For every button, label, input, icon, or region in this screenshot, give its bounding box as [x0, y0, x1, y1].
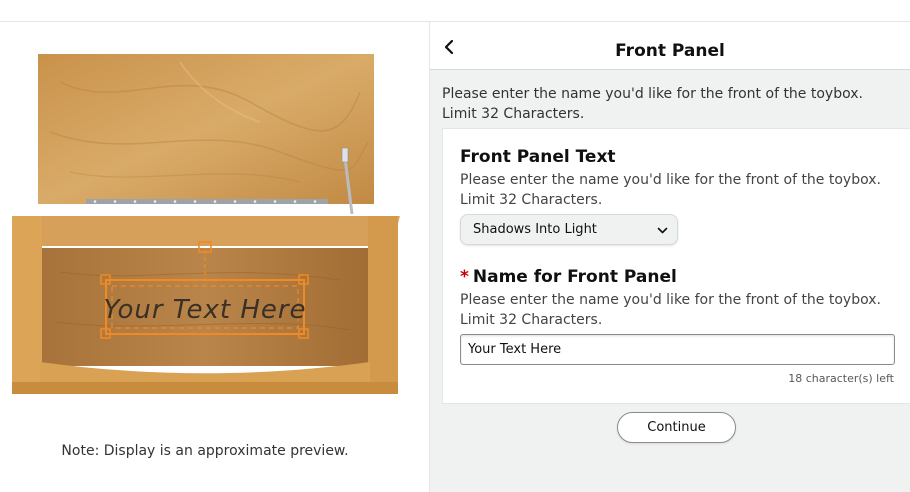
font-select-value: Shadows Into Light	[473, 222, 597, 237]
panel-intro: Please enter the name you'd like for the…	[442, 86, 863, 122]
page-title: Front Panel	[615, 41, 725, 61]
name-input[interactable]	[460, 334, 895, 365]
name-field-description: Please enter the name you'd like for the…	[460, 292, 881, 328]
chevron-down-icon	[657, 227, 668, 234]
continue-button[interactable]: Continue	[617, 412, 736, 443]
customization-panel: Front Panel Please enter the name you'd …	[430, 22, 910, 492]
preview-note: Note: Display is an approximate preview.	[61, 443, 349, 459]
hinge	[86, 199, 328, 204]
lid-panel	[38, 54, 374, 204]
name-field-title: * Name for Front Panel	[460, 267, 677, 287]
char-count: 18 character(s) left	[788, 372, 894, 385]
required-marker: *	[460, 267, 469, 287]
engraving-text: Your Text Here	[103, 295, 306, 325]
font-select[interactable]: Shadows Into Light	[460, 214, 678, 245]
right-post	[368, 216, 398, 392]
product-preview: Your Text Here Note: Display is an appro…	[0, 22, 430, 492]
font-field-title: Front Panel Text	[460, 147, 616, 167]
panel-header: Front Panel	[430, 22, 910, 70]
left-post	[12, 216, 42, 392]
toybox-image: Your Text Here	[12, 54, 400, 394]
top-strip	[0, 0, 910, 22]
options-card: Front Panel Text Please enter the name y…	[442, 128, 910, 404]
font-field-description: Please enter the name you'd like for the…	[460, 172, 881, 208]
name-field-label: Name for Front Panel	[472, 267, 677, 287]
